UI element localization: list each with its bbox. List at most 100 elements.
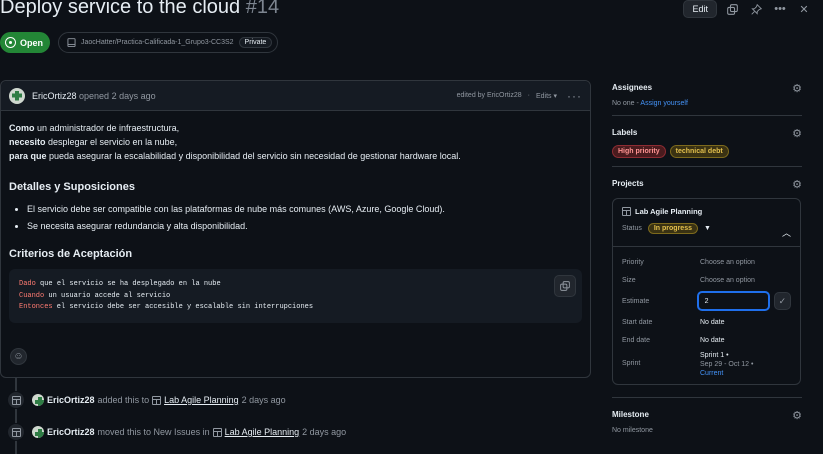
status-label: Open bbox=[20, 37, 44, 48]
code-text: el servicio debe ser accesible y escalab… bbox=[52, 303, 314, 311]
close-icon[interactable]: ✕ bbox=[795, 0, 813, 18]
field-key: Sprint bbox=[622, 360, 641, 367]
field-start-date: Start date No date bbox=[613, 313, 800, 331]
field-sprint: Sprint Sprint 1 • Sep 29 - Oct 12 • Curr… bbox=[613, 349, 800, 384]
story-keyword: para que bbox=[9, 151, 47, 161]
avatar[interactable] bbox=[32, 426, 44, 438]
chevron-down-icon[interactable]: ▼ bbox=[704, 225, 711, 232]
details-list: El servicio debe ser compatible con las … bbox=[27, 202, 582, 233]
milestone-title: Milestone bbox=[612, 409, 649, 419]
story-keyword: Como bbox=[9, 123, 35, 133]
check-icon[interactable]: ✓ bbox=[773, 292, 791, 310]
event-time[interactable]: 2 days ago bbox=[302, 427, 346, 437]
repo-name[interactable]: JaocHatter/Practica-Calificada-1_Grupo3-… bbox=[81, 39, 234, 46]
story-keyword: necesito bbox=[9, 137, 46, 147]
field-key: Estimate bbox=[622, 297, 650, 305]
label-high-priority[interactable]: High priority bbox=[612, 145, 666, 158]
comment-more-icon[interactable]: ··· bbox=[567, 89, 582, 103]
story-text: pueda asegurar la escalabilidad y dispon… bbox=[46, 151, 461, 161]
field-value[interactable]: Choose an option bbox=[700, 277, 755, 284]
projects-section: Projects ⚙ Lab Agile Planning Status In … bbox=[612, 176, 802, 398]
issue-open-icon bbox=[5, 37, 16, 48]
comment-action: opened 2 days ago bbox=[79, 90, 156, 101]
avatar[interactable] bbox=[32, 394, 44, 406]
field-end-date: End date No date bbox=[613, 331, 800, 349]
projects-gear-icon[interactable]: ⚙ bbox=[792, 178, 802, 191]
code-keyword: Entonces bbox=[19, 303, 53, 311]
edit-button[interactable]: Edit bbox=[683, 0, 717, 18]
code-keyword: Dado bbox=[19, 280, 36, 288]
event-author[interactable]: EricOrtiz28 bbox=[47, 427, 95, 437]
repo-pill[interactable]: JaocHatter/Practica-Calificada-1_Grupo3-… bbox=[58, 32, 279, 53]
list-item: El servicio debe ser compatible con las … bbox=[27, 202, 582, 216]
issue-comment: EricOrtiz28 opened 2 days ago edited by … bbox=[0, 80, 591, 378]
comment-author[interactable]: EricOrtiz28 bbox=[32, 91, 77, 101]
code-text: un usuario accede al servicio bbox=[44, 291, 171, 300]
status-value-badge[interactable]: In progress bbox=[647, 223, 698, 234]
story-line: Como un administrador de infraestructura… bbox=[9, 121, 582, 135]
assignees-title: Assignees bbox=[612, 82, 653, 92]
milestone-gear-icon[interactable]: ⚙ bbox=[792, 409, 802, 422]
visibility-badge: Private bbox=[238, 37, 273, 48]
issue-title: Deploy service to the cloud #14 bbox=[0, 0, 279, 19]
comment-body: Como un administrador de infraestructura… bbox=[1, 111, 590, 333]
field-value[interactable]: No date bbox=[700, 319, 725, 326]
pin-icon[interactable] bbox=[747, 0, 765, 18]
labels-gear-icon[interactable]: ⚙ bbox=[792, 127, 802, 140]
project-link[interactable]: Lab Agile Planning bbox=[225, 427, 300, 437]
more-options-icon[interactable]: ••• bbox=[771, 0, 789, 18]
add-reaction-icon[interactable]: ☺ bbox=[10, 348, 27, 365]
edits-dropdown[interactable]: Edits ▾ bbox=[536, 92, 557, 100]
edits-label[interactable]: Edits bbox=[536, 93, 552, 100]
field-key: Start date bbox=[622, 318, 653, 326]
event-author[interactable]: EricOrtiz28 bbox=[47, 395, 95, 405]
repo-icon bbox=[67, 37, 76, 47]
project-card: Lab Agile Planning Status In progress ▼ … bbox=[612, 198, 801, 385]
field-priority: Priority Choose an option bbox=[613, 253, 800, 271]
code-line: Dado que el servicio se ha desplegado en… bbox=[19, 279, 572, 291]
section-heading-criteria: Criterios de Aceptación bbox=[9, 248, 133, 260]
comment-meta: EricOrtiz28 opened 2 days ago bbox=[32, 91, 156, 101]
code-line: Entonces el servicio debe ser accesible … bbox=[19, 302, 572, 314]
issue-title-text: Deploy service to the cloud bbox=[0, 0, 241, 18]
sprint-current: Current bbox=[700, 370, 724, 377]
chevron-up-icon[interactable]: ︿ bbox=[782, 226, 791, 239]
field-estimate: Estimate 2 ✓ bbox=[613, 289, 800, 313]
status-field-label: Status bbox=[622, 225, 642, 232]
code-text: que el servicio se ha desplegado en la n… bbox=[35, 280, 221, 288]
project-icon bbox=[212, 427, 222, 437]
edit-history: edited by EricOrtiz28 · Edits ▾ bbox=[457, 92, 557, 100]
assignees-section: Assignees ⚙ No one - Assign yourself bbox=[612, 80, 802, 116]
field-value[interactable]: No date bbox=[700, 337, 725, 344]
project-table-icon bbox=[622, 207, 631, 216]
issue-status-row: Open JaocHatter/Practica-Calificada-1_Gr… bbox=[0, 32, 279, 53]
code-line: Cuando un usuario accede al servicio bbox=[19, 291, 572, 303]
field-value[interactable]: Choose an option bbox=[700, 259, 755, 266]
project-link[interactable]: Lab Agile Planning bbox=[164, 395, 239, 405]
sprint-value[interactable]: Sprint 1 • Sep 29 - Oct 12 • Current bbox=[700, 351, 753, 378]
timeline-event: EricOrtiz28 moved this to New Issues in … bbox=[0, 423, 349, 441]
copy-link-icon[interactable] bbox=[723, 0, 741, 18]
project-name[interactable]: Lab Agile Planning bbox=[622, 207, 791, 216]
project-name-text[interactable]: Lab Agile Planning bbox=[635, 207, 702, 216]
avatar[interactable] bbox=[9, 87, 25, 104]
sprint-name[interactable]: Sprint 1 • bbox=[700, 351, 753, 360]
milestone-value: No milestone bbox=[612, 427, 653, 434]
estimate-input[interactable]: 2 bbox=[696, 291, 770, 311]
code-block: Dado que el servicio se ha desplegado en… bbox=[9, 269, 582, 323]
separator-dot: · bbox=[527, 92, 530, 99]
label-technical-debt[interactable]: technical debt bbox=[669, 145, 729, 158]
assignees-gear-icon[interactable]: ⚙ bbox=[792, 82, 802, 95]
copy-code-icon[interactable] bbox=[554, 275, 576, 297]
edited-by[interactable]: edited by EricOrtiz28 bbox=[457, 92, 522, 99]
list-item: Se necesita asegurar redundancia y alta … bbox=[27, 219, 582, 233]
event-time[interactable]: 2 days ago bbox=[242, 395, 286, 405]
field-key: End date bbox=[622, 336, 651, 344]
labels-section: Labels ⚙ High priority technical debt bbox=[612, 125, 802, 167]
story-text: desplegar el servicio en la nube, bbox=[45, 137, 178, 147]
label-list: High priority technical debt bbox=[612, 145, 802, 158]
assign-yourself-link[interactable]: Assign yourself bbox=[640, 100, 687, 107]
section-heading-details: Detalles y Suposiciones bbox=[9, 181, 135, 193]
header-actions: Edit ••• ✕ bbox=[683, 0, 813, 18]
project-table-icon bbox=[7, 391, 25, 409]
